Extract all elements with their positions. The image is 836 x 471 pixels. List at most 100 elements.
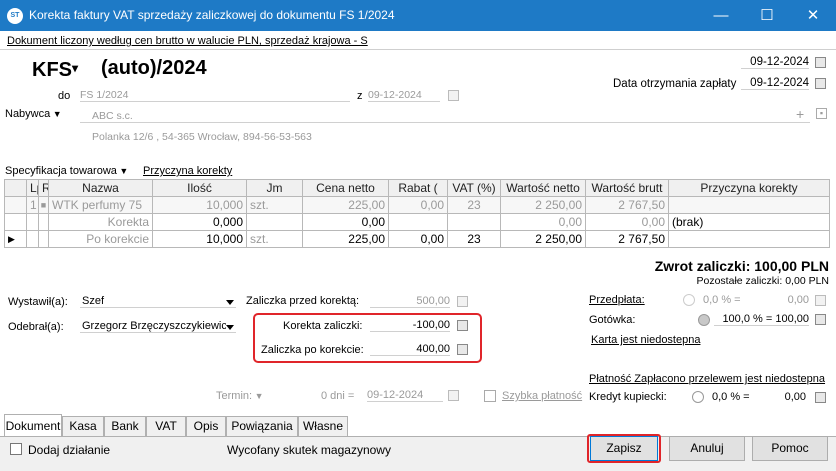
table-header[interactable]: Cena netto	[302, 179, 389, 197]
table-header[interactable]: Jm	[246, 179, 303, 197]
calculator-icon[interactable]	[457, 344, 468, 355]
maximize-button[interactable]: ☐	[744, 0, 790, 31]
cancel-button[interactable]: Anuluj	[669, 436, 745, 461]
z-label: z	[357, 90, 363, 102]
calculator-icon[interactable]	[815, 314, 826, 325]
calendar-icon	[448, 90, 459, 101]
add-icon: +	[796, 106, 805, 122]
tab-vat[interactable]: VAT	[146, 416, 186, 436]
chevron-down-icon[interactable]	[226, 300, 234, 305]
add-action-label: Dodaj działanie	[28, 443, 111, 457]
tab-bank[interactable]: Bank	[104, 416, 146, 436]
advance-after-label: Zaliczka po korekcie:	[261, 344, 364, 356]
table-header[interactable]: R	[38, 179, 49, 197]
minimize-button[interactable]: —	[698, 0, 744, 31]
table-header[interactable]: Rabat (	[388, 179, 448, 197]
calendar-icon[interactable]	[815, 57, 826, 68]
table-header[interactable]: Wartość netto	[500, 179, 586, 197]
received-by-label: Odebrał(a):	[8, 321, 64, 333]
table-row[interactable]: ▶ Po korekcie 10,000 szt. 225,00 0,00 23…	[4, 230, 830, 248]
chevron-down-icon[interactable]	[226, 325, 234, 330]
tab-wlasne[interactable]: Własne	[298, 416, 348, 436]
cell-price[interactable]: 225,00	[302, 230, 389, 248]
doc-type-label: KFS	[32, 59, 72, 81]
cell-qty: 0,000	[152, 213, 247, 231]
spec-selector[interactable]: Specyfikacja towarowa ▼	[5, 165, 128, 177]
cash-radio[interactable]	[698, 314, 710, 326]
calendar-icon	[448, 390, 459, 401]
add-action-checkbox[interactable]	[10, 443, 22, 455]
tab-dokument[interactable]: Dokument	[4, 414, 62, 437]
doc-number: (auto)/2024	[101, 57, 207, 79]
advance-correction-field[interactable]: -100,00	[370, 319, 450, 332]
window-body: Dokument liczony według cen brutto w wal…	[0, 31, 836, 471]
cash-percent: 100,0 % =	[722, 313, 773, 325]
refund-summary: Zwrot zaliczki: 100,00 PLN	[654, 258, 829, 274]
cell-qty[interactable]: 10,000	[152, 230, 247, 248]
issued-by-select[interactable]: Szef	[80, 295, 236, 308]
cell-net: 2 250,00	[500, 196, 586, 214]
cell-reason[interactable]	[668, 230, 830, 248]
close-button[interactable]: ✕	[790, 0, 836, 31]
table-header-marker	[4, 179, 27, 197]
quick-payment-label: Szybka płatność	[502, 390, 583, 402]
term-date-field: 09-12-2024	[367, 389, 443, 402]
doc-type-selector[interactable]: KFS▾	[32, 59, 78, 82]
cell-net[interactable]: 2 250,00	[500, 230, 586, 248]
cell-r: ■	[38, 196, 49, 214]
advance-after-field[interactable]: 400,00	[370, 343, 450, 356]
cell-name: WTK perfumy 75	[48, 196, 153, 214]
cell-reason	[668, 196, 830, 214]
calculator-icon[interactable]	[815, 392, 826, 403]
tab-kasa[interactable]: Kasa	[62, 416, 104, 436]
payment-date-field[interactable]: 09-12-2024	[741, 77, 809, 90]
document-info-link[interactable]: Dokument liczony według cen brutto w wal…	[7, 35, 368, 47]
table-row[interactable]: Korekta 0,000 0,00 0,00 0,00 (brak)	[4, 213, 830, 231]
card-link[interactable]: Karta jest niedostepna	[591, 334, 700, 346]
table-row[interactable]: 1 ■ WTK perfumy 75 10,000 szt. 225,00 0,…	[4, 196, 830, 214]
cell-gross: 2 767,50	[585, 196, 669, 214]
source-document-field: FS 1/2024	[80, 89, 350, 102]
cell-r	[38, 213, 49, 231]
calculator-icon	[457, 296, 468, 307]
tab-powiazania[interactable]: Powiązania	[226, 416, 298, 436]
save-button[interactable]: Zapisz	[590, 436, 658, 461]
buyer-selector[interactable]: Nabywca ▼	[5, 108, 62, 120]
do-label: do	[58, 90, 71, 102]
credit-radio[interactable]	[692, 391, 704, 403]
table-header[interactable]: VAT (%)	[447, 179, 501, 197]
table-header[interactable]: Nazwa	[48, 179, 153, 197]
cash-amount: 100,00	[775, 313, 809, 325]
cash-payment-field[interactable]: 100,0 % = 100,00	[714, 313, 809, 326]
chevron-down-icon: ▼	[50, 109, 62, 119]
spec-label: Specyfikacja towarowa	[5, 165, 117, 177]
issue-date-field[interactable]: 09-12-2024	[741, 56, 809, 69]
cell-price: 0,00	[302, 213, 389, 231]
table-header[interactable]: Ilość	[152, 179, 247, 197]
payment-date-label: Data otrzymania zapłaty	[613, 78, 737, 90]
calculator-icon[interactable]	[457, 320, 468, 331]
prepayment-link[interactable]: Przedpłata:	[589, 294, 645, 306]
correction-reason-link[interactable]: Przyczyna korekty	[143, 165, 232, 177]
cell-vat	[447, 213, 501, 231]
cell-reason[interactable]: (brak)	[668, 213, 830, 231]
cell-lp	[26, 230, 39, 248]
app-icon: ST	[7, 8, 23, 24]
source-date-field: 09-12-2024	[368, 89, 440, 102]
buyer-label: Nabywca	[5, 108, 51, 120]
table-header[interactable]: Lp	[26, 179, 39, 197]
tab-opis[interactable]: Opis	[186, 416, 226, 436]
help-button[interactable]: Pomoc	[752, 436, 828, 461]
table-header[interactable]: Wartość brutt	[585, 179, 669, 197]
calendar-icon[interactable]	[815, 78, 826, 89]
transfer-link[interactable]: Płatność Zapłacono przelewem jest niedos…	[589, 373, 825, 385]
chevron-down-icon: ▼	[116, 166, 129, 176]
table-header[interactable]: Przyczyna korekty	[668, 179, 830, 197]
term-days: 0 dni =	[321, 390, 355, 402]
cell-discount[interactable]: 0,00	[388, 230, 448, 248]
advance-correction-label: Korekta zaliczki:	[283, 320, 363, 332]
advance-before-field: 500,00	[370, 295, 450, 308]
cell-vat[interactable]: 23	[447, 230, 501, 248]
cell-gross[interactable]: 2 767,50	[585, 230, 669, 248]
received-by-select[interactable]: Grzegorz Brzęczyszczykiewicz	[80, 320, 236, 333]
